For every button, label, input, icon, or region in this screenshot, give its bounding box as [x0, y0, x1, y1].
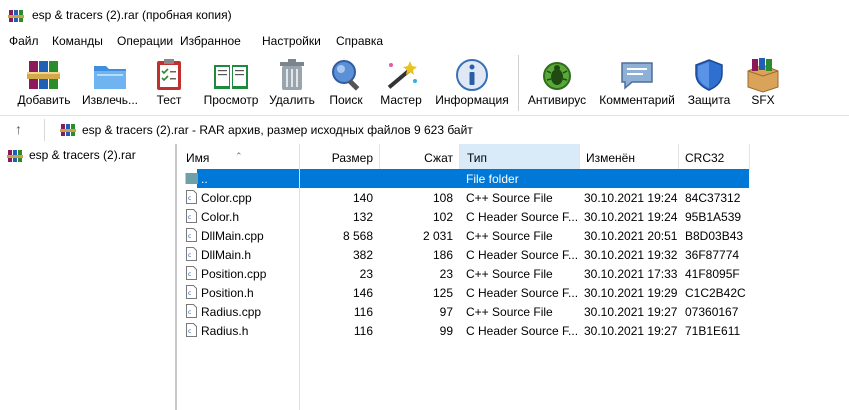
source-file-icon: c — [186, 209, 197, 223]
source-file-icon: c — [186, 323, 197, 337]
find-button[interactable]: Поиск — [325, 51, 367, 113]
menu-help[interactable]: Справка — [336, 34, 383, 48]
source-file-icon: c — [186, 266, 197, 280]
column-header-size[interactable]: Размер — [300, 144, 380, 171]
sfx-box-icon — [747, 58, 779, 93]
extract-button[interactable]: Извлечь... — [78, 51, 142, 113]
extract-folder-icon — [94, 66, 126, 89]
column-header-crc[interactable]: CRC32 — [679, 144, 750, 171]
title-bar: esp & tracers (2).rar (пробная копия) — [0, 0, 849, 31]
menu-operations[interactable]: Операции — [117, 34, 173, 48]
test-clipboard-icon — [157, 59, 181, 90]
test-button[interactable]: Тест — [146, 51, 192, 113]
svg-text:c: c — [188, 233, 191, 240]
svg-text:c: c — [188, 328, 191, 335]
source-file-icon: c — [186, 304, 197, 318]
tree-root-item[interactable]: esp & tracers (2).rar — [29, 148, 136, 162]
menu-bar: Файл Команды Операции Избранное Настройк… — [0, 31, 849, 51]
archive-icon — [60, 124, 76, 136]
menu-file[interactable]: Файл — [9, 34, 39, 48]
winrar-app-icon — [8, 10, 24, 22]
comment-button[interactable]: Комментарий — [596, 51, 678, 113]
wizard-button[interactable]: Мастер — [377, 51, 425, 113]
menu-settings[interactable]: Настройки — [262, 34, 321, 48]
file-row[interactable]: c Color.h 132 102 C Header Source F... 3… — [177, 207, 749, 226]
up-arrow-icon[interactable]: ↑ — [15, 121, 22, 137]
file-row[interactable]: c DllMain.cpp 8 568 2 031 C++ Source Fil… — [177, 226, 749, 245]
file-row[interactable]: c Position.cpp 23 23 C++ Source File 30.… — [177, 264, 749, 283]
bug-icon — [543, 62, 571, 90]
column-header-name[interactable]: Имя ⌃ — [177, 144, 300, 171]
add-button[interactable]: Добавить — [14, 51, 74, 113]
file-row[interactable]: c DllMain.h 382 186 C Header Source F...… — [177, 245, 749, 264]
info-icon — [456, 59, 488, 91]
add-books-icon — [27, 61, 60, 89]
trash-can-icon — [280, 59, 304, 90]
address-separator — [44, 119, 45, 141]
file-row[interactable]: c Radius.h 116 99 C Header Source F... 3… — [177, 321, 749, 340]
menu-commands[interactable]: Команды — [52, 34, 103, 48]
view-button[interactable]: Просмотр — [199, 51, 263, 113]
toolbar: Добавить Извлечь... Тест Просмотр Удалит… — [0, 51, 849, 115]
toolbar-separator — [518, 55, 519, 111]
svg-text:c: c — [188, 290, 191, 297]
svg-text:c: c — [188, 271, 191, 278]
address-bar: ↑ esp & tracers (2).rar - RAR архив, раз… — [0, 115, 849, 145]
info-button[interactable]: Информация — [431, 51, 513, 113]
column-header-modified[interactable]: Изменён — [580, 144, 679, 171]
svg-text:c: c — [188, 309, 191, 316]
svg-text:c: c — [188, 195, 191, 202]
column-header-packed[interactable]: Сжат — [380, 144, 460, 171]
svg-text:c: c — [188, 214, 191, 221]
file-row[interactable]: c Color.cpp 140 108 C++ Source File 30.1… — [177, 188, 749, 207]
speech-bubble-icon — [621, 62, 653, 90]
shield-icon — [695, 59, 723, 91]
parent-folder-row[interactable]: .. File folder — [177, 169, 749, 188]
view-book-icon — [214, 65, 248, 89]
folder-up-icon — [185, 173, 198, 184]
svg-text:c: c — [188, 252, 191, 259]
source-file-icon: c — [186, 285, 197, 299]
source-file-icon: c — [186, 228, 197, 242]
name-column-divider — [299, 144, 300, 410]
archive-icon — [7, 150, 23, 162]
magnifier-icon — [332, 60, 360, 91]
folder-tree: esp & tracers (2).rar — [0, 144, 177, 410]
protect-button[interactable]: Защита — [684, 51, 734, 113]
antivirus-button[interactable]: Антивирус — [525, 51, 589, 113]
menu-favorites[interactable]: Избранное — [180, 34, 241, 48]
delete-button[interactable]: Удалить — [266, 51, 318, 113]
column-header-type[interactable]: Тип — [460, 144, 580, 171]
magic-wand-icon — [387, 61, 417, 89]
window-title: esp & tracers (2).rar (пробная копия) — [32, 8, 232, 22]
sfx-button[interactable]: SFX — [740, 51, 786, 113]
source-file-icon: c — [186, 190, 197, 204]
sort-ascending-icon: ⌃ — [235, 151, 243, 161]
source-file-icon: c — [186, 247, 197, 261]
address-text: esp & tracers (2).rar - RAR архив, разме… — [82, 123, 473, 137]
file-list: Имя ⌃ Размер Сжат Тип Изменён CRC32 .. F… — [177, 144, 849, 410]
file-row[interactable]: c Position.h 146 125 C Header Source F..… — [177, 283, 749, 302]
file-row[interactable]: c Radius.cpp 116 97 C++ Source File 30.1… — [177, 302, 749, 321]
